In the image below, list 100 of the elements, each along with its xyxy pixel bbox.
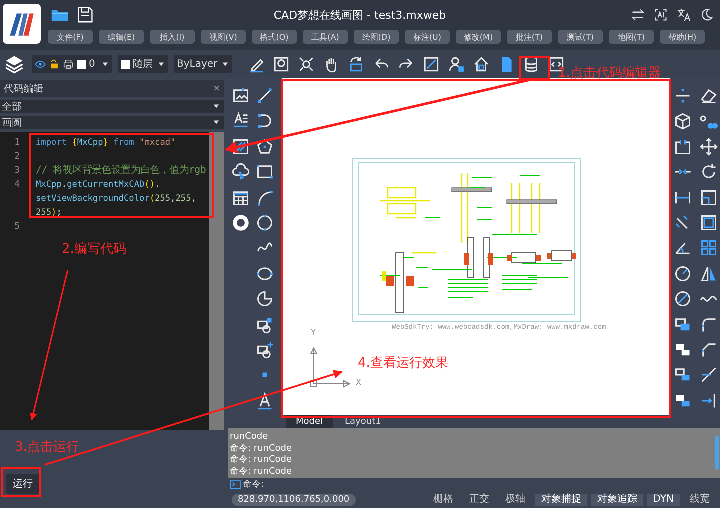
caret-icon[interactable] bbox=[222, 60, 229, 68]
line-number: 2 bbox=[14, 151, 20, 164]
database-icon[interactable] bbox=[523, 56, 540, 72]
table-icon[interactable] bbox=[232, 188, 250, 207]
category-select[interactable]: 全部 bbox=[0, 100, 224, 113]
status-toggle[interactable]: 正交 bbox=[463, 494, 496, 506]
close-button[interactable]: × bbox=[214, 82, 220, 94]
example-select[interactable]: 画圆 bbox=[0, 116, 224, 129]
color-dropdown[interactable]: 随层 bbox=[118, 55, 168, 73]
caret-icon[interactable] bbox=[213, 103, 220, 110]
code-line[interactable]: 255); bbox=[36, 206, 209, 220]
layer-dropdown[interactable]: 0 bbox=[32, 55, 112, 73]
annotation-label: 4.查看运行效果 bbox=[358, 355, 448, 372]
zoom-window-icon[interactable] bbox=[298, 56, 315, 72]
block-create-icon[interactable] bbox=[256, 340, 274, 359]
app-logo[interactable] bbox=[3, 4, 41, 44]
fillet-icon[interactable] bbox=[700, 316, 718, 334]
text-style-icon[interactable] bbox=[232, 112, 250, 130]
printer-icon[interactable] bbox=[63, 58, 74, 70]
ring-icon[interactable] bbox=[232, 214, 250, 232]
caret-icon[interactable] bbox=[213, 119, 220, 126]
array-icon[interactable] bbox=[700, 239, 718, 258]
menu-item[interactable]: 格式(O) bbox=[252, 30, 297, 44]
extend-icon[interactable] bbox=[700, 392, 718, 410]
code-line[interactable]: import {MxCpp} from "mxcad" bbox=[36, 136, 209, 150]
menu-item[interactable]: 标注(U) bbox=[405, 30, 450, 44]
line-number: 4 bbox=[14, 179, 20, 192]
block-icon[interactable] bbox=[256, 316, 274, 334]
code-line[interactable]: setViewBackgroundColor(255,255, bbox=[36, 192, 209, 206]
chamfer-icon[interactable] bbox=[700, 340, 718, 359]
eraser-icon[interactable] bbox=[700, 87, 718, 105]
menu-item[interactable]: 地图(T) bbox=[609, 30, 654, 44]
circle-icon[interactable] bbox=[256, 214, 274, 232]
break-icon[interactable] bbox=[674, 138, 692, 156]
code-line[interactable]: MxCpp.getCurrentMxCAD(). bbox=[36, 178, 209, 192]
caret-icon[interactable] bbox=[158, 60, 165, 68]
move-icon[interactable] bbox=[700, 138, 718, 156]
translate-icon[interactable] bbox=[677, 8, 691, 22]
trim-icon[interactable] bbox=[700, 366, 718, 384]
line-icon[interactable] bbox=[256, 87, 274, 105]
sector-icon[interactable] bbox=[256, 290, 274, 308]
home-icon[interactable] bbox=[473, 56, 490, 72]
image-icon[interactable] bbox=[232, 87, 250, 105]
cloud-icon[interactable] bbox=[232, 163, 250, 182]
user-icon[interactable] bbox=[448, 56, 465, 72]
menu-item[interactable]: 插入(I) bbox=[150, 30, 195, 44]
text-icon[interactable] bbox=[256, 392, 274, 410]
annotation-label: 1.点击代码编辑器 bbox=[558, 65, 662, 82]
menu-item[interactable]: 测试(T) bbox=[558, 30, 603, 44]
hatch-icon[interactable] bbox=[232, 138, 250, 156]
save-icon[interactable] bbox=[77, 7, 95, 23]
code-line[interactable]: // 将视区背景色设置为白色，值为rgb bbox=[36, 164, 209, 178]
ellipse-icon[interactable] bbox=[256, 264, 274, 283]
annotation-label: 3.点击运行 bbox=[15, 439, 80, 456]
rectangle-icon[interactable] bbox=[256, 163, 274, 182]
divide-icon[interactable] bbox=[674, 87, 692, 105]
linetype-dropdown[interactable]: ByLayer bbox=[174, 55, 232, 73]
command-prompt[interactable]: 命令: bbox=[243, 478, 264, 491]
cube-icon[interactable] bbox=[674, 112, 692, 130]
polygon-icon[interactable] bbox=[256, 138, 274, 156]
ai-icon[interactable] bbox=[654, 8, 668, 22]
status-toggle[interactable]: 线宽 bbox=[684, 494, 716, 506]
rotate-icon[interactable] bbox=[700, 163, 718, 182]
menu-item[interactable]: 编辑(E) bbox=[99, 30, 144, 44]
scrollbar[interactable] bbox=[209, 132, 224, 430]
status-toggle[interactable]: 对象捕捉 bbox=[535, 494, 588, 506]
eye-icon[interactable] bbox=[35, 58, 46, 70]
status-toggle[interactable]: 对象追踪 bbox=[591, 494, 644, 506]
zoom-extents-icon[interactable] bbox=[273, 56, 290, 72]
dashed-rectangle-icon[interactable] bbox=[700, 214, 718, 232]
status-toggle[interactable]: DYN bbox=[647, 494, 680, 506]
status-toggle[interactable]: 栅格 bbox=[427, 494, 460, 506]
polyline-icon[interactable] bbox=[256, 112, 274, 130]
menu-item[interactable]: 修改(M) bbox=[456, 30, 501, 44]
status-toggle[interactable]: 极轴 bbox=[499, 494, 532, 506]
scale-icon[interactable] bbox=[700, 188, 718, 207]
menu-item[interactable]: 视图(V) bbox=[201, 30, 246, 44]
run-button[interactable]: 运行 bbox=[6, 474, 40, 494]
mirror-icon[interactable] bbox=[700, 264, 718, 283]
terminal-icon bbox=[230, 480, 241, 489]
axis-label: X bbox=[356, 378, 362, 387]
radius-icon[interactable] bbox=[674, 264, 692, 283]
arc-icon[interactable] bbox=[256, 188, 274, 207]
menu-item[interactable]: 绘图(D) bbox=[354, 30, 399, 44]
menu-item[interactable]: 批注(T) bbox=[507, 30, 552, 44]
layers-icon[interactable] bbox=[5, 54, 24, 74]
caret-icon[interactable] bbox=[102, 60, 109, 68]
moon-icon[interactable] bbox=[700, 8, 714, 22]
menu-item[interactable]: 帮助(H) bbox=[660, 30, 705, 44]
swap-icon[interactable] bbox=[631, 8, 645, 22]
annotation-box bbox=[1, 467, 41, 497]
line-number: 3 bbox=[14, 165, 20, 178]
lock-icon[interactable] bbox=[49, 58, 60, 70]
menu-item[interactable]: 工具(A) bbox=[303, 30, 348, 44]
menu-item[interactable]: 文件(F) bbox=[48, 30, 93, 44]
rotate-view-icon[interactable] bbox=[348, 56, 365, 72]
diameter-icon[interactable] bbox=[674, 290, 692, 308]
scrollbar[interactable] bbox=[715, 436, 719, 470]
panel-title: 代码编辑 bbox=[4, 82, 44, 96]
measure-icon[interactable] bbox=[423, 56, 440, 72]
